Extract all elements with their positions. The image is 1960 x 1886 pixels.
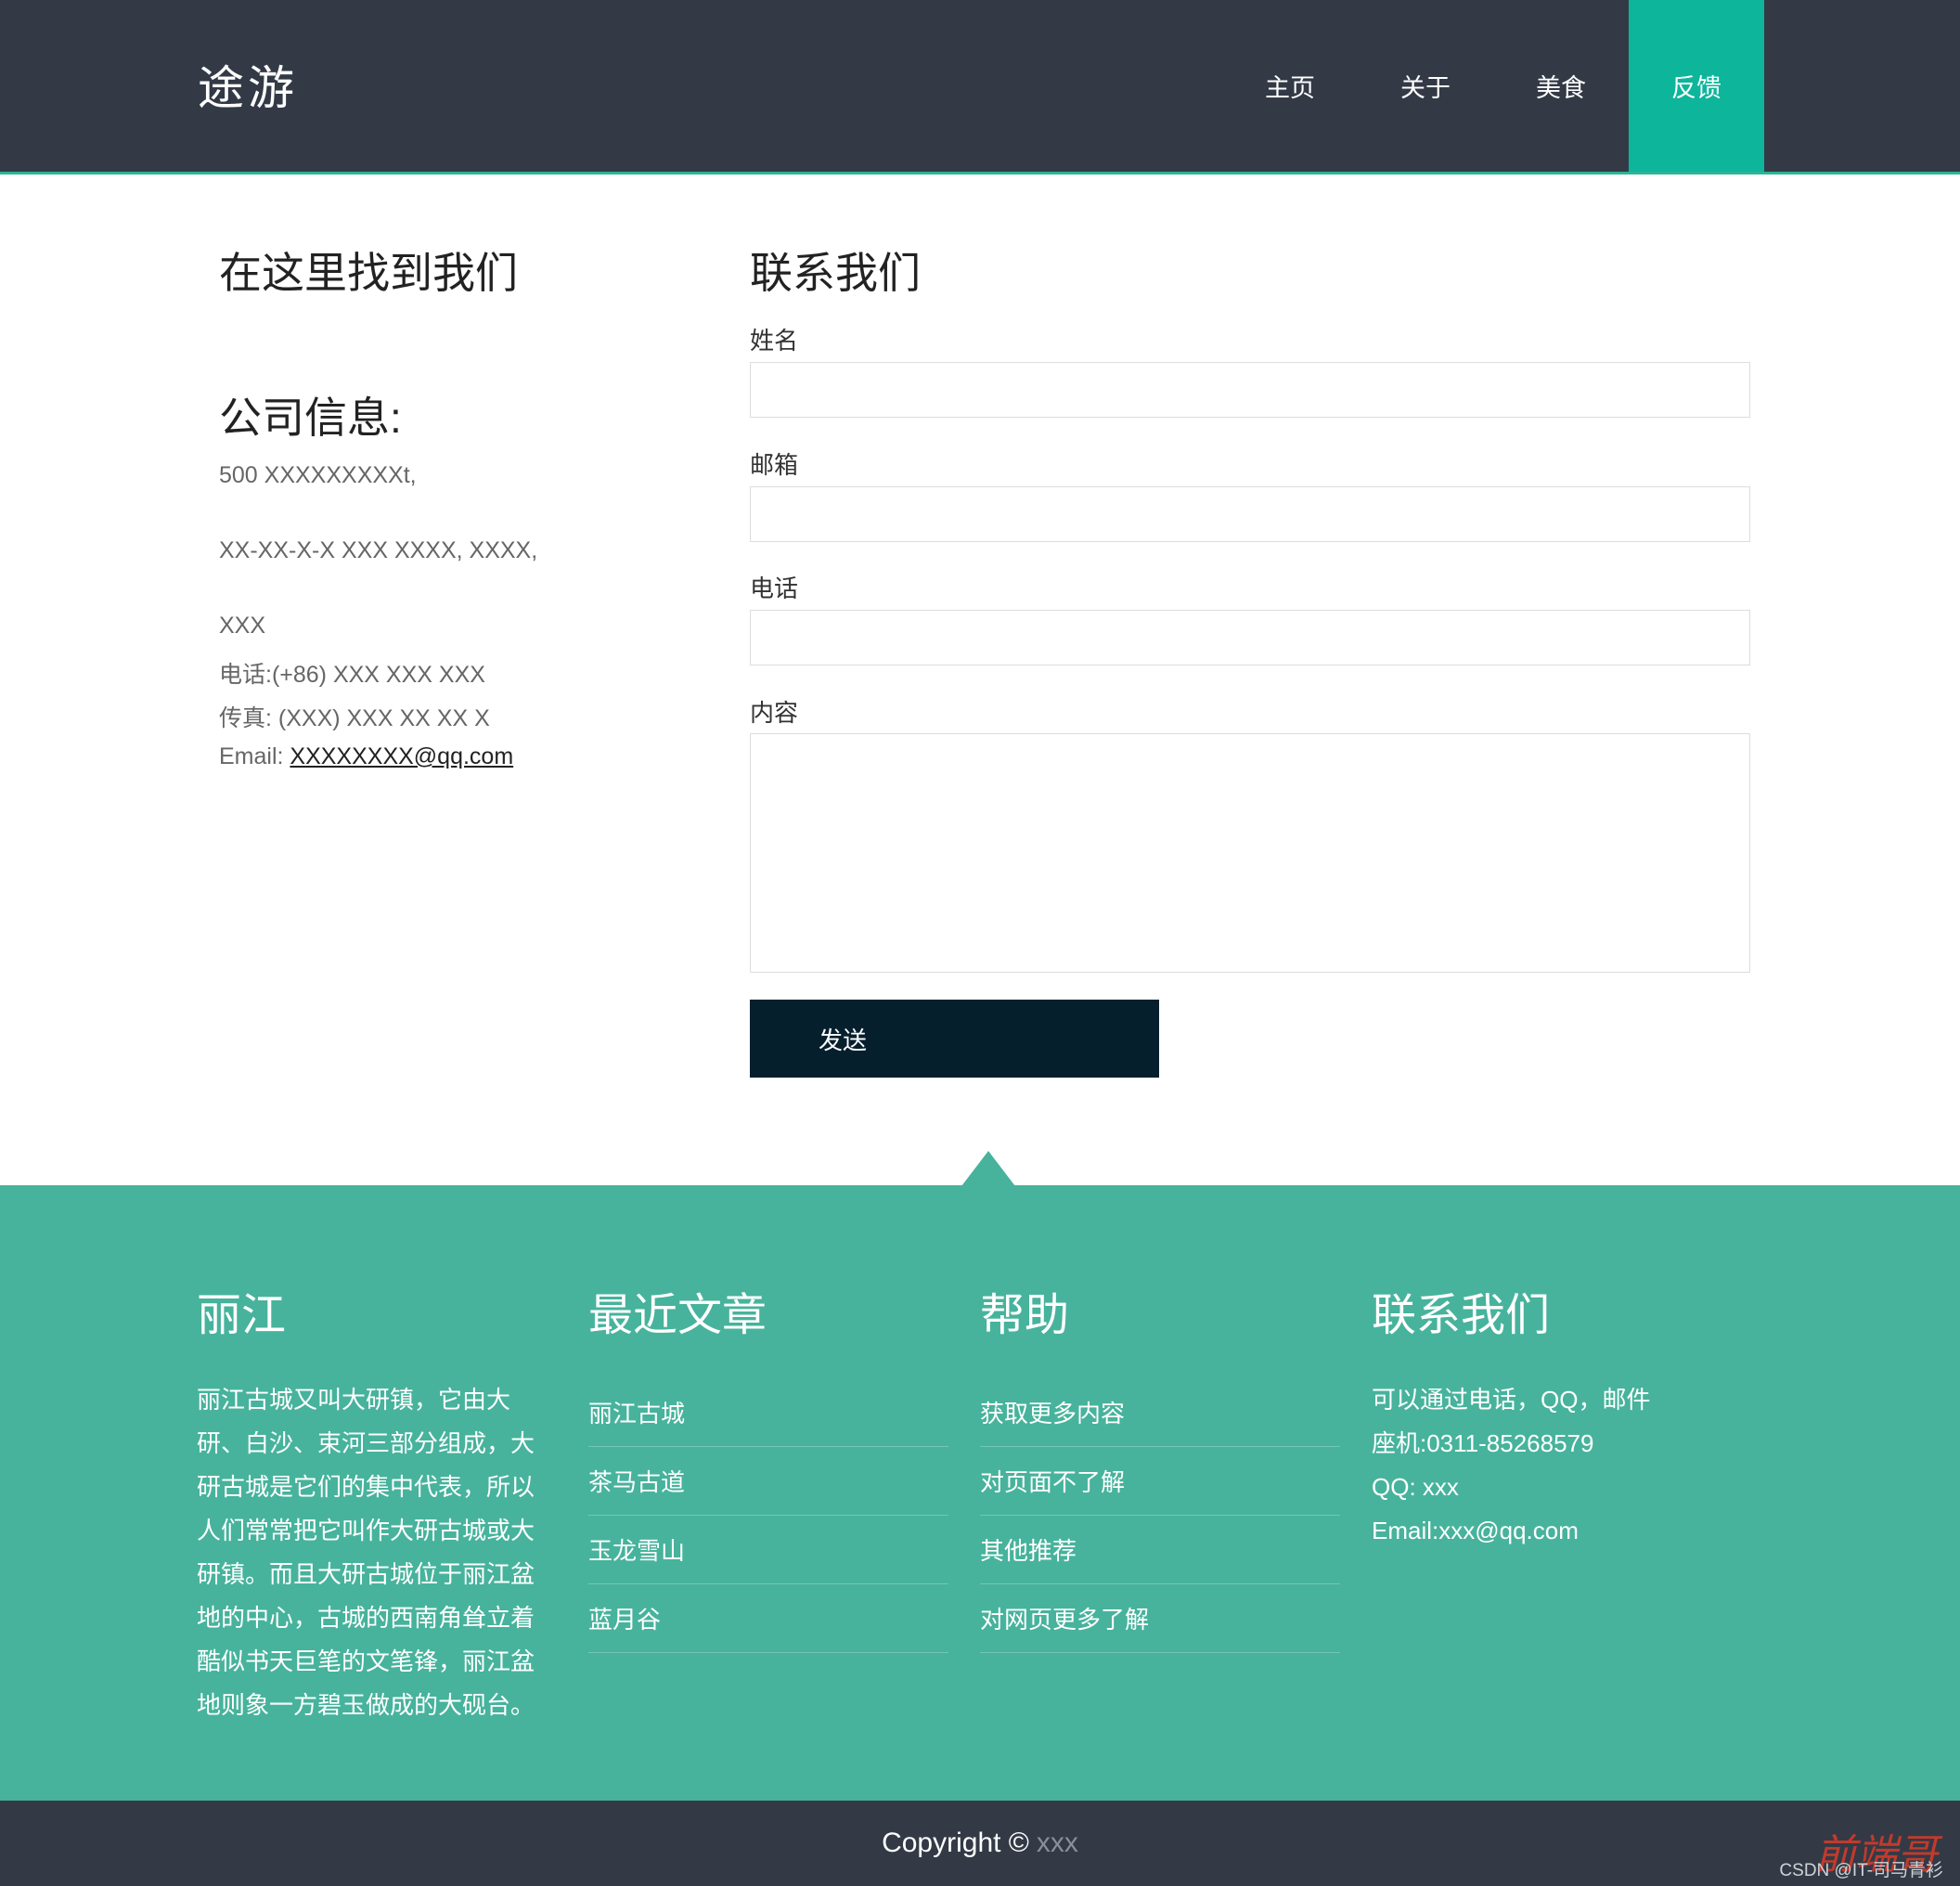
email-field-label: 邮箱 — [750, 451, 799, 479]
recent-articles-list: 丽江古城 茶马古道 玉龙雪山 蓝月谷 — [588, 1378, 948, 1653]
nav-item-feedback[interactable]: 反馈 — [1629, 0, 1764, 172]
footer-contact-title: 联系我们 — [1372, 1291, 1551, 1340]
phone-input[interactable] — [750, 610, 1750, 665]
name-input[interactable] — [750, 362, 1750, 418]
footer-contact-column: 联系我们 可以通过电话，QQ，邮件 座机:0311-85268579 QQ: x… — [1372, 1278, 1761, 1553]
nav-item-home[interactable]: 主页 — [1222, 0, 1358, 172]
copyright-text: Copyright © — [882, 1828, 1029, 1858]
company-fax: 传真: (XXX) XXX XX XX X — [219, 705, 490, 731]
main-nav: 主页 关于 美食 反馈 — [1222, 0, 1764, 172]
company-phone: 电话:(+86) XXX XXX XXX — [219, 662, 485, 688]
footer-about-title: 丽江 — [197, 1291, 287, 1340]
footer-help-title: 帮助 — [980, 1291, 1070, 1340]
find-us-section: 在这里找到我们 — [219, 239, 627, 301]
copyright-owner: xxx — [1036, 1828, 1078, 1858]
footer-about-column: 丽江 丽江古城又叫大研镇，它由大研、白沙、束河三部分组成，大研古城是它们的集中代… — [197, 1278, 542, 1727]
address-line-1: 500 XXXXXXXXXt, — [219, 462, 417, 488]
help-item[interactable]: 获取更多内容 — [980, 1378, 1340, 1447]
footer-contact-line: 可以通过电话，QQ，邮件 — [1372, 1386, 1651, 1414]
email-input[interactable] — [750, 486, 1750, 542]
recent-article-item[interactable]: 茶马古道 — [588, 1447, 948, 1516]
nav-item-about[interactable]: 关于 — [1358, 0, 1493, 172]
recent-article-item[interactable]: 丽江古城 — [588, 1378, 948, 1447]
help-list: 获取更多内容 对页面不了解 其他推荐 对网页更多了解 — [980, 1378, 1340, 1653]
site-header: 途游 主页 关于 美食 反馈 — [0, 0, 1960, 174]
help-item[interactable]: 其他推荐 — [980, 1516, 1340, 1584]
content-textarea[interactable] — [750, 733, 1750, 973]
send-button[interactable]: 发送 — [750, 1000, 1159, 1078]
footer-contact-qq: QQ: xxx — [1372, 1473, 1459, 1501]
site-footer: 丽江 丽江古城又叫大研镇，它由大研、白沙、束河三部分组成，大研古城是它们的集中代… — [0, 1185, 1960, 1801]
footer-contact-info: 可以通过电话，QQ，邮件 座机:0311-85268579 QQ: xxx Em… — [1372, 1378, 1761, 1553]
footer-recent-title: 最近文章 — [588, 1291, 767, 1340]
company-info-heading: 公司信息: — [219, 394, 402, 442]
contact-form-section: 联系我们 — [750, 239, 1750, 301]
help-item[interactable]: 对网页更多了解 — [980, 1584, 1340, 1653]
site-logo[interactable]: 途游 — [198, 51, 298, 118]
address-line-2: XX-XX-X-X XXX XXXX, XXXX, — [219, 537, 538, 563]
footer-recent-column: 最近文章 丽江古城 茶马古道 玉龙雪山 蓝月谷 — [588, 1278, 948, 1653]
email-label: Email: — [219, 743, 290, 769]
recent-article-item[interactable]: 玉龙雪山 — [588, 1516, 948, 1584]
copyright-bar: Copyright © xxx — [0, 1801, 1960, 1886]
footer-notch — [961, 1151, 1015, 1186]
phone-label: 电话 — [750, 575, 799, 602]
watermark-text: CSDN @IT-司马青衫 — [1779, 1861, 1943, 1880]
footer-contact-phone: 座机:0311-85268579 — [1372, 1429, 1594, 1457]
company-email: Email: XXXXXXXX@qq.com — [219, 743, 513, 770]
name-label: 姓名 — [750, 327, 799, 355]
find-us-heading: 在这里找到我们 — [219, 249, 518, 297]
help-item[interactable]: 对页面不了解 — [980, 1447, 1340, 1516]
footer-about-text: 丽江古城又叫大研镇，它由大研、白沙、束河三部分组成，大研古城是它们的集中代表，所… — [197, 1386, 535, 1719]
footer-contact-email: Email:xxx@qq.com — [1372, 1517, 1579, 1544]
address-line-3: XXX — [219, 613, 266, 639]
footer-help-column: 帮助 获取更多内容 对页面不了解 其他推荐 对网页更多了解 — [980, 1278, 1340, 1653]
email-link[interactable]: XXXXXXXX@qq.com — [290, 743, 513, 769]
nav-item-food[interactable]: 美食 — [1493, 0, 1629, 172]
content-label: 内容 — [750, 699, 799, 727]
recent-article-item[interactable]: 蓝月谷 — [588, 1584, 948, 1653]
contact-heading: 联系我们 — [750, 249, 921, 297]
